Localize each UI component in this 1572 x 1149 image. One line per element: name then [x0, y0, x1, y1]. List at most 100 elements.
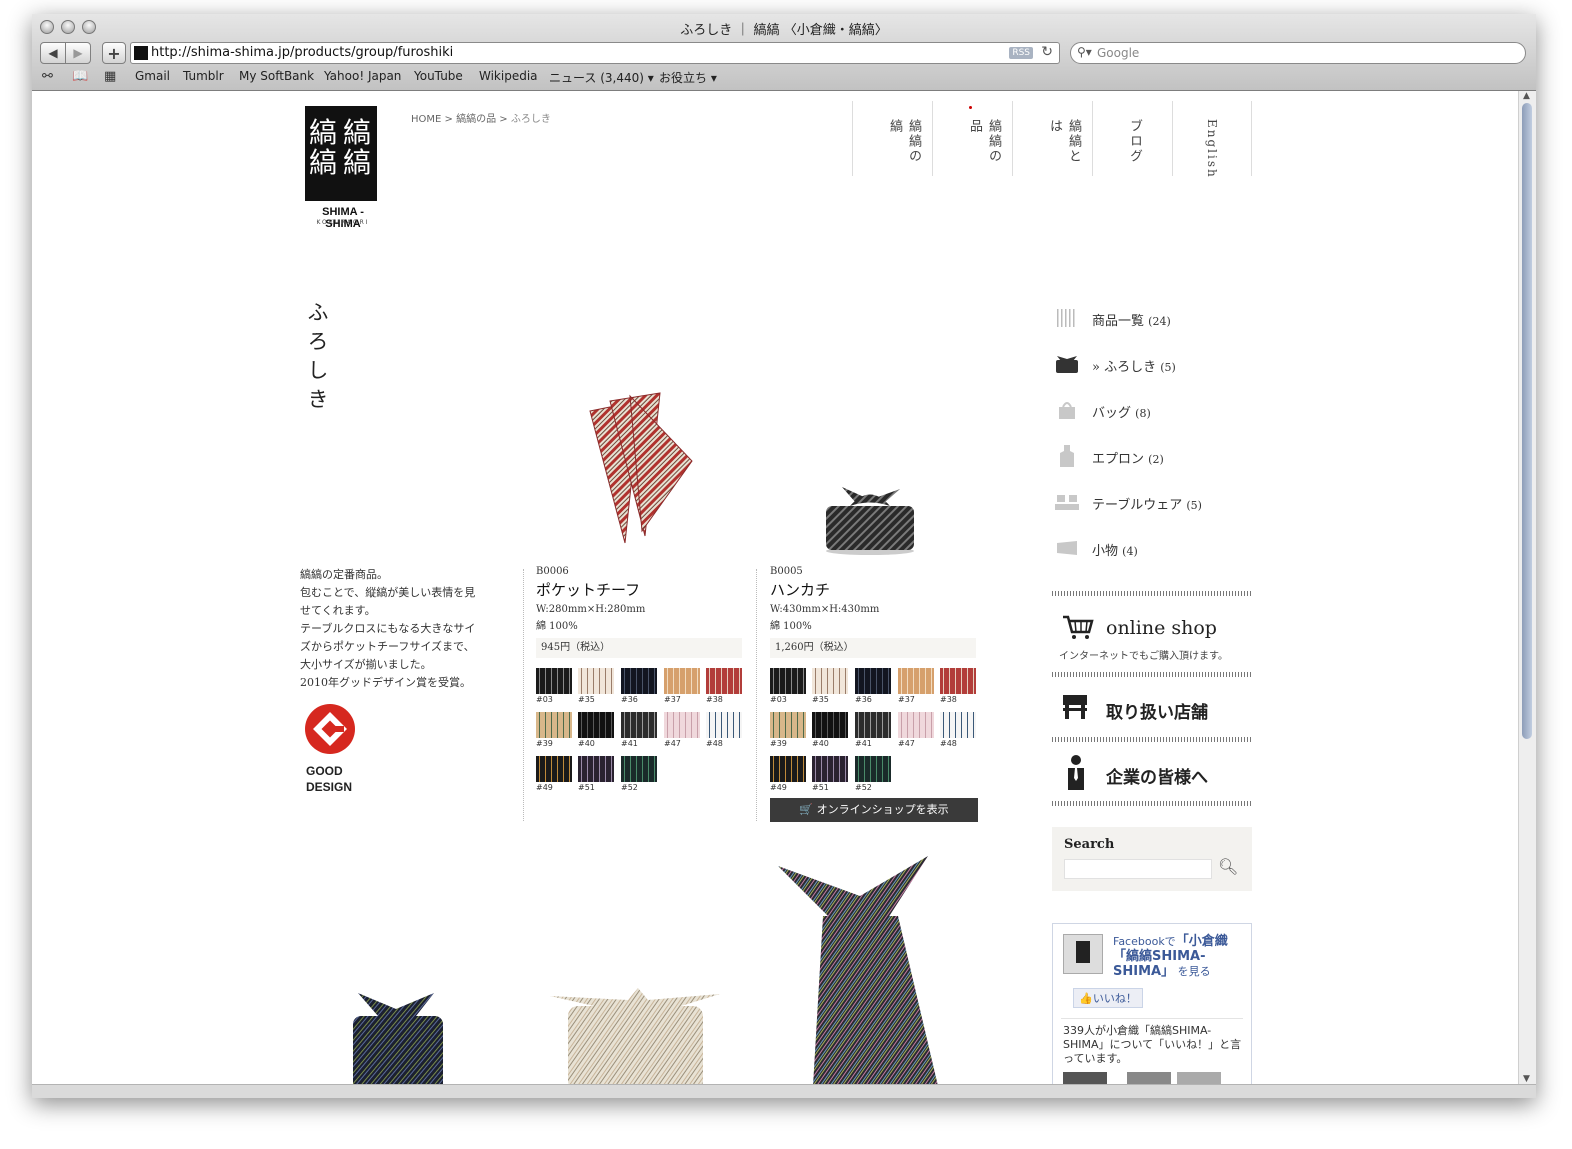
scroll-down-icon[interactable]: ▼: [1523, 1074, 1530, 1084]
swatch-fabric-icon: [621, 712, 657, 738]
sidebar-item-accessories[interactable]: 小物 (4): [1052, 537, 1252, 561]
product-name[interactable]: ポケットチーフ: [536, 579, 746, 600]
rss-badge[interactable]: RSS: [1009, 47, 1033, 59]
back-button[interactable]: ◀: [40, 42, 66, 64]
add-bookmark-button[interactable]: +: [102, 42, 126, 64]
furoshiki-large-bag-image[interactable]: [778, 856, 948, 1084]
scroll-up-icon[interactable]: ▲: [1523, 91, 1530, 101]
pocket-chief-image[interactable]: [580, 391, 700, 551]
bookmark-news-folder[interactable]: ニュース (3,440) ▾: [549, 69, 654, 86]
furoshiki-wrap-light-image[interactable]: [548, 986, 723, 1084]
color-swatch[interactable]: #37: [898, 668, 934, 704]
search-submit-icon[interactable]: 🔍︎: [1218, 857, 1238, 876]
color-swatch[interactable]: #52: [621, 756, 657, 792]
nav-item-shima-no-shima[interactable]: 縞縞の縞: [852, 101, 932, 176]
color-swatch[interactable]: #03: [770, 668, 806, 704]
sidebar-item-furoshiki[interactable]: » ふろしき (5): [1052, 353, 1252, 377]
facebook-page-link[interactable]: Facebookで「小倉織「縞縞SHIMA-SHIMA」 を見る: [1113, 934, 1243, 979]
product-code: B0006: [536, 566, 569, 577]
color-swatch[interactable]: #03: [536, 668, 572, 704]
color-swatch[interactable]: #41: [855, 712, 891, 748]
fan-avatar[interactable]: [1127, 1072, 1171, 1084]
category-count: (5): [1186, 499, 1202, 512]
color-swatch[interactable]: #40: [812, 712, 848, 748]
color-swatch[interactable]: #37: [664, 668, 700, 704]
color-swatch[interactable]: #49: [536, 756, 572, 792]
product-name[interactable]: ハンカチ: [770, 579, 980, 600]
swatch-label: #40: [578, 739, 595, 748]
bookmark-gmail[interactable]: Gmail: [135, 69, 170, 83]
nav-item-english[interactable]: English: [1172, 101, 1252, 179]
color-swatch[interactable]: #48: [940, 712, 976, 748]
top-sites-grid-icon[interactable]: ▦: [104, 69, 116, 84]
nav-label: 縞縞の品: [967, 119, 1001, 164]
color-swatch[interactable]: #39: [770, 712, 806, 748]
reading-glasses-icon[interactable]: ⚯: [42, 69, 53, 84]
handkerchief-wrap-image[interactable]: [820, 481, 920, 556]
site-search-input[interactable]: [1064, 859, 1212, 879]
swatch-fabric-icon: [578, 668, 614, 694]
color-swatch[interactable]: #47: [664, 712, 700, 748]
swatch-label: #03: [770, 695, 787, 704]
site-favicon-icon: [134, 46, 148, 60]
site-logo[interactable]: 縞縞 縞縞: [305, 106, 377, 201]
color-swatch[interactable]: #41: [621, 712, 657, 748]
furoshiki-wrap-dark-image[interactable]: [348, 991, 448, 1084]
online-shop-button[interactable]: 🛒 オンラインショップを表示: [770, 798, 978, 822]
sidebar-item-tableware[interactable]: テーブルウェア (5): [1052, 491, 1252, 515]
color-swatch[interactable]: #35: [578, 668, 614, 704]
stores-link[interactable]: 取り扱い店舗: [1106, 698, 1208, 723]
sidebar-item-apron[interactable]: エプロン (2): [1052, 445, 1252, 469]
business-link[interactable]: 企業の皆様へ: [1106, 763, 1208, 788]
swatch-label: #49: [770, 783, 787, 792]
bookmark-youtube[interactable]: YouTube: [414, 69, 463, 83]
swatch-label: #40: [812, 739, 829, 748]
sidebar-item-all-products[interactable]: 商品一覧 (24): [1052, 307, 1252, 331]
shopping-cart-icon: [1063, 615, 1094, 639]
sidebar-item-bag[interactable]: バッグ (8): [1052, 399, 1252, 423]
vertical-scrollbar[interactable]: ▲ ▼: [1518, 91, 1536, 1084]
color-swatch[interactable]: #36: [855, 668, 891, 704]
online-shop-link[interactable]: online shop: [1106, 617, 1217, 639]
color-swatch[interactable]: #38: [940, 668, 976, 704]
color-swatch[interactable]: #39: [536, 712, 572, 748]
forward-button[interactable]: ▶: [65, 42, 91, 64]
swatch-label: #51: [812, 783, 829, 792]
bookmark-tumblr[interactable]: Tumblr: [183, 69, 224, 83]
color-swatch[interactable]: #52: [855, 756, 891, 792]
bookmark-mysoftbank[interactable]: My SoftBank: [239, 69, 314, 83]
bookmarks-book-icon[interactable]: 📖: [72, 69, 88, 84]
scrollbar-thumb[interactable]: [1522, 103, 1532, 739]
nav-item-shima-no-shina[interactable]: 縞縞の品: [932, 101, 1012, 176]
color-swatch[interactable]: #51: [812, 756, 848, 792]
address-bar[interactable]: http://shima-shima.jp/products/group/fur…: [130, 42, 1060, 64]
facebook-like-button[interactable]: 👍いいね！: [1073, 988, 1143, 1008]
color-swatch[interactable]: #49: [770, 756, 806, 792]
color-swatch[interactable]: #51: [578, 756, 614, 792]
color-swatch[interactable]: #40: [578, 712, 614, 748]
color-swatch[interactable]: #48: [706, 712, 742, 748]
nav-item-about[interactable]: 縞縞とは: [1012, 101, 1092, 176]
swatch-fabric-icon: [706, 668, 742, 694]
reload-icon[interactable]: ↻: [1041, 44, 1053, 60]
color-swatch[interactable]: #35: [812, 668, 848, 704]
bookmark-useful-folder[interactable]: お役立ち ▾: [659, 69, 717, 86]
bookmark-wikipedia[interactable]: Wikipedia: [479, 69, 538, 83]
color-swatch[interactable]: #38: [706, 668, 742, 704]
breadcrumb-products[interactable]: 縞縞の品: [456, 114, 496, 125]
color-swatch[interactable]: #47: [898, 712, 934, 748]
browser-search-field[interactable]: ⚲▾ Google: [1070, 42, 1526, 64]
divider: [1052, 737, 1252, 742]
breadcrumb-home[interactable]: HOME: [411, 114, 441, 125]
url-text[interactable]: http://shima-shima.jp/products/group/fur…: [151, 45, 453, 60]
product-material: 綿 100%: [536, 621, 578, 632]
fan-avatar[interactable]: [1063, 1072, 1107, 1084]
fan-avatar[interactable]: [1177, 1072, 1221, 1084]
product-price: 945円（税込）: [536, 638, 742, 658]
facebook-page-avatar[interactable]: [1063, 934, 1103, 974]
color-swatch[interactable]: #36: [621, 668, 657, 704]
swatch-fabric-icon: [536, 756, 572, 782]
bookmark-yahoo-japan[interactable]: Yahoo! Japan: [324, 69, 401, 83]
nav-item-blog[interactable]: ブログ: [1092, 101, 1172, 176]
striped-fabric-icon: [1057, 309, 1075, 327]
